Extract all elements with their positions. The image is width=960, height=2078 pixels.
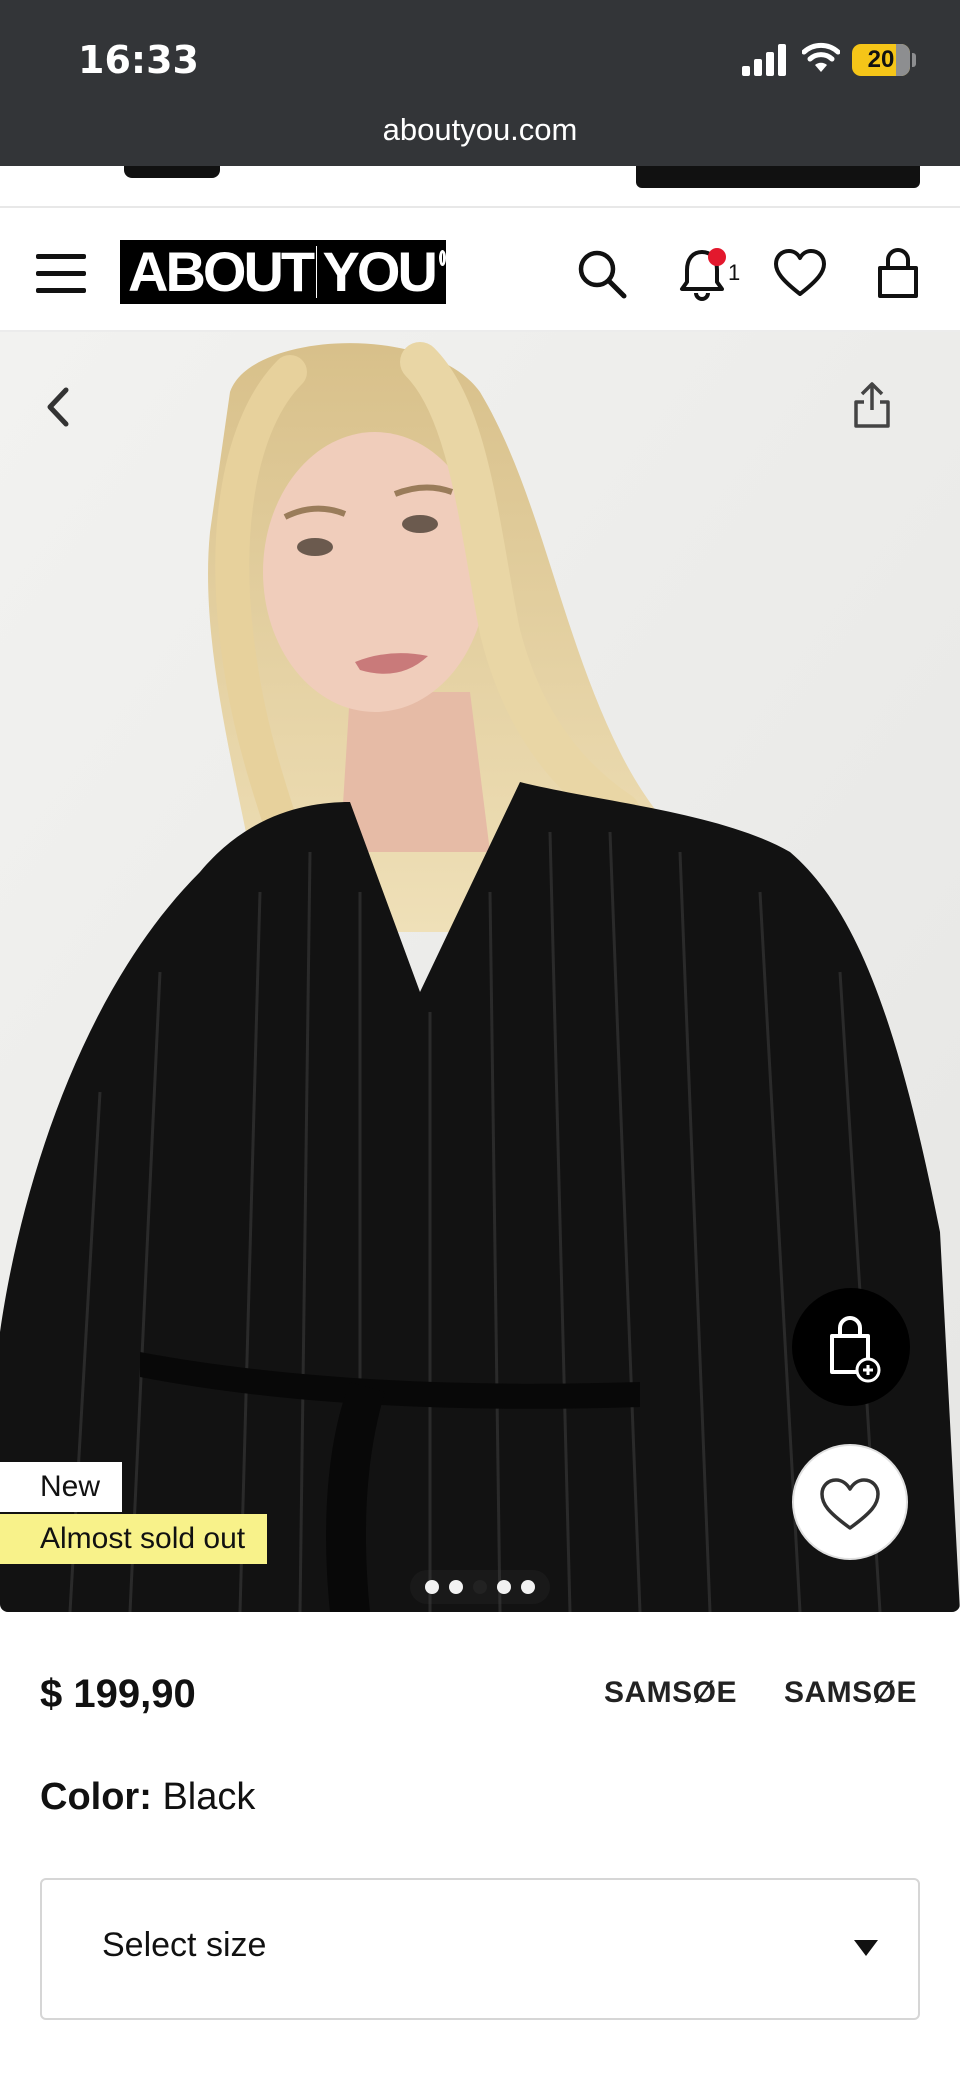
bag-icon[interactable] [870,246,926,302]
battery-indicator: 20 [852,44,910,76]
site-header: ABOUT YOU 1 [0,208,960,332]
top-strip [0,166,960,208]
status-time: 16:33 [78,38,199,82]
share-icon[interactable] [850,380,894,430]
add-to-wishlist-button[interactable] [792,1444,908,1560]
brand-name-secondary[interactable]: SAMSØE [784,1676,917,1710]
search-icon[interactable] [574,246,630,302]
logo-text-about: ABOUT [128,240,315,303]
color-label: Color: [40,1776,152,1818]
logo-text-you: YOU [322,240,438,303]
size-select-placeholder: Select size [102,1926,267,1964]
carousel-pagination[interactable] [410,1570,550,1604]
battery-level: 20 [867,46,895,73]
heart-icon[interactable] [772,246,828,302]
strip-element-left [124,166,220,178]
caret-down-icon [854,1940,878,1956]
address-bar-url[interactable]: aboutyou.com [0,112,960,148]
badge-almost-sold-out: Almost sold out [0,1514,268,1564]
carousel-dot[interactable] [497,1580,511,1594]
color-selection: Color: Black [40,1776,255,1819]
add-to-bag-button[interactable] [792,1288,910,1406]
notification-count: 1 [728,260,741,285]
carousel-dot[interactable] [521,1580,535,1594]
status-bar: 16:33 20 aboutyou.com [0,0,960,166]
heart-icon [820,1478,880,1530]
product-image-gallery[interactable]: New Almost sold out [0,332,960,1612]
color-value: Black [162,1776,256,1818]
strip-element-right [636,166,920,188]
about-you-logo[interactable]: ABOUT YOU [120,240,446,304]
product-price: $ 199,90 [40,1672,196,1716]
brand-name[interactable]: SAMSØE [604,1676,737,1710]
wifi-icon [802,42,840,72]
product-photo [0,332,960,1612]
carousel-dot[interactable] [425,1580,439,1594]
size-select-dropdown[interactable]: Select size [40,1878,920,2020]
notification-dot [708,248,726,266]
badge-new: New [0,1462,123,1512]
add-to-bag-icon [830,1316,881,1383]
menu-icon[interactable] [36,254,86,294]
back-arrow-icon[interactable] [38,382,78,432]
signal-icon [742,44,786,76]
carousel-dot[interactable] [449,1580,463,1594]
carousel-dot[interactable] [473,1580,487,1594]
